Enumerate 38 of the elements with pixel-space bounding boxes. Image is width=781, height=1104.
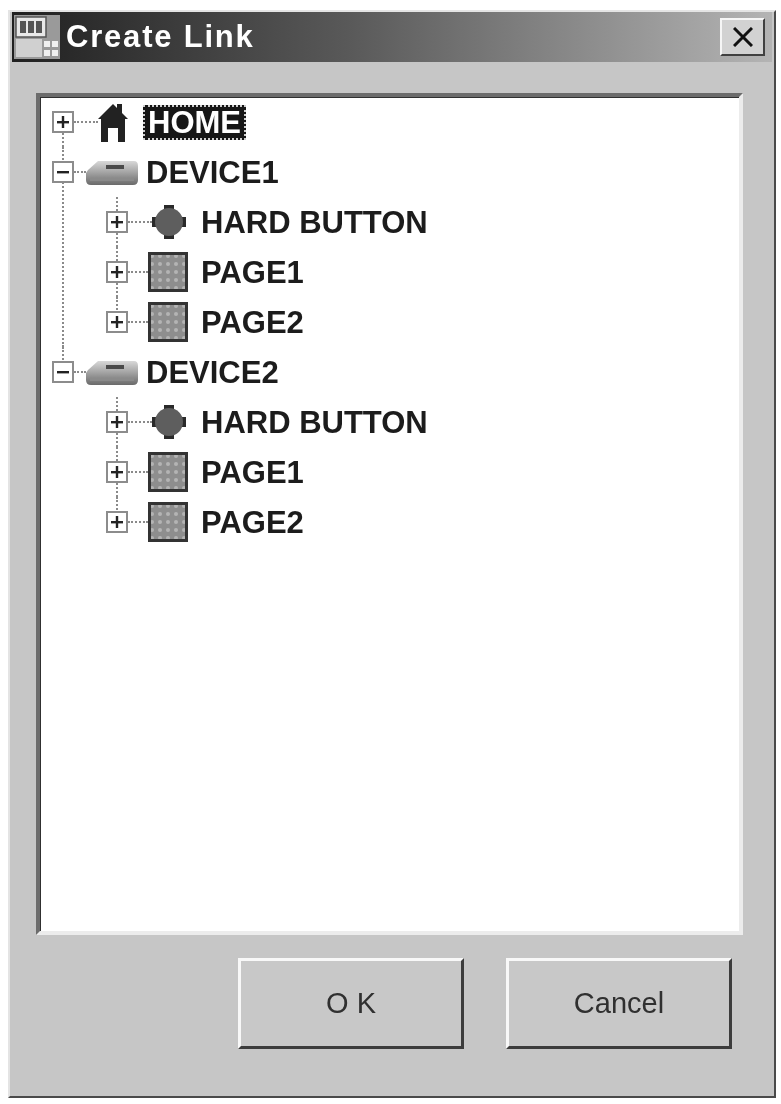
close-button[interactable] [720, 18, 765, 56]
tree-item-label[interactable]: DEVICE2 [141, 354, 284, 390]
app-icon [14, 15, 60, 59]
plus-icon [111, 416, 123, 428]
close-icon [732, 27, 753, 47]
expand-toggle[interactable] [106, 211, 128, 233]
plus-icon [111, 216, 123, 228]
collapse-toggle[interactable] [52, 361, 74, 383]
window-title: Create Link [66, 19, 256, 55]
expand-toggle[interactable] [106, 311, 128, 333]
plus-icon [111, 466, 123, 478]
tree-item-label[interactable]: HARD BUTTON [196, 404, 433, 440]
tree-item-label[interactable]: HOME [143, 104, 246, 140]
round-button-icon [152, 405, 186, 439]
expand-toggle[interactable] [52, 111, 74, 133]
tree-item-label[interactable]: PAGE2 [196, 504, 309, 540]
expand-toggle[interactable] [106, 511, 128, 533]
plus-icon [57, 116, 69, 128]
plus-icon [111, 516, 123, 528]
dialog-button[interactable]: O K [238, 958, 464, 1049]
tree-item-label[interactable]: DEVICE1 [141, 154, 284, 190]
round-button-icon [152, 205, 186, 239]
house-icon [98, 102, 128, 142]
expand-toggle[interactable] [106, 411, 128, 433]
plus-icon [111, 316, 123, 328]
expand-toggle[interactable] [106, 461, 128, 483]
tree-item-label[interactable]: PAGE1 [196, 454, 309, 490]
expand-toggle[interactable] [106, 261, 128, 283]
plus-icon [111, 266, 123, 278]
tree-item-label[interactable]: PAGE2 [196, 304, 309, 340]
dotted-tile-icon [148, 452, 188, 492]
dotted-tile-icon [148, 252, 188, 292]
dotted-tile-icon [148, 502, 188, 542]
dotted-tile-icon [148, 302, 188, 342]
tree-item-label[interactable]: HARD BUTTON [196, 204, 433, 240]
tree-item-label[interactable]: PAGE1 [196, 254, 309, 290]
dialog-button[interactable]: Cancel [506, 958, 732, 1049]
collapse-toggle[interactable] [52, 161, 74, 183]
